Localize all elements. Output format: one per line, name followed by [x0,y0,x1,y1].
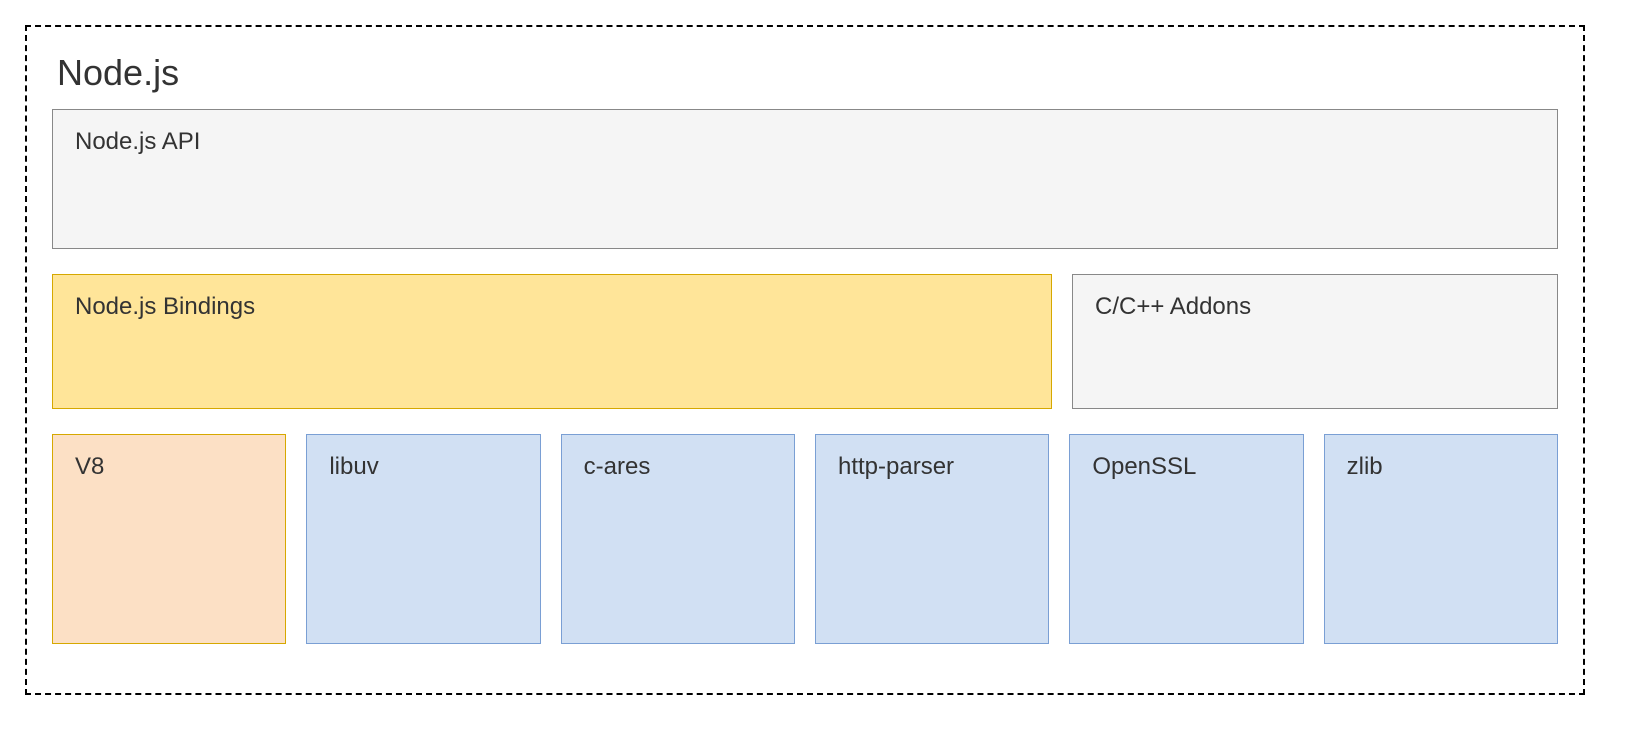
box-cpp-addons: C/C++ Addons [1072,274,1558,409]
box-zlib: zlib [1324,434,1558,644]
nodejs-architecture-container: Node.js Node.js API Node.js Bindings C/C… [25,25,1585,695]
box-v8: V8 [52,434,286,644]
box-nodejs-bindings: Node.js Bindings [52,274,1052,409]
box-libuv: libuv [306,434,540,644]
row-api: Node.js API [52,109,1558,249]
row-components: V8 libuv c-ares http-parser OpenSSL zlib [52,434,1558,644]
box-http-parser: http-parser [815,434,1049,644]
box-c-ares: c-ares [561,434,795,644]
box-nodejs-api: Node.js API [52,109,1558,249]
box-openssl: OpenSSL [1069,434,1303,644]
diagram-title: Node.js [57,52,1558,94]
row-bindings: Node.js Bindings C/C++ Addons [52,274,1558,409]
